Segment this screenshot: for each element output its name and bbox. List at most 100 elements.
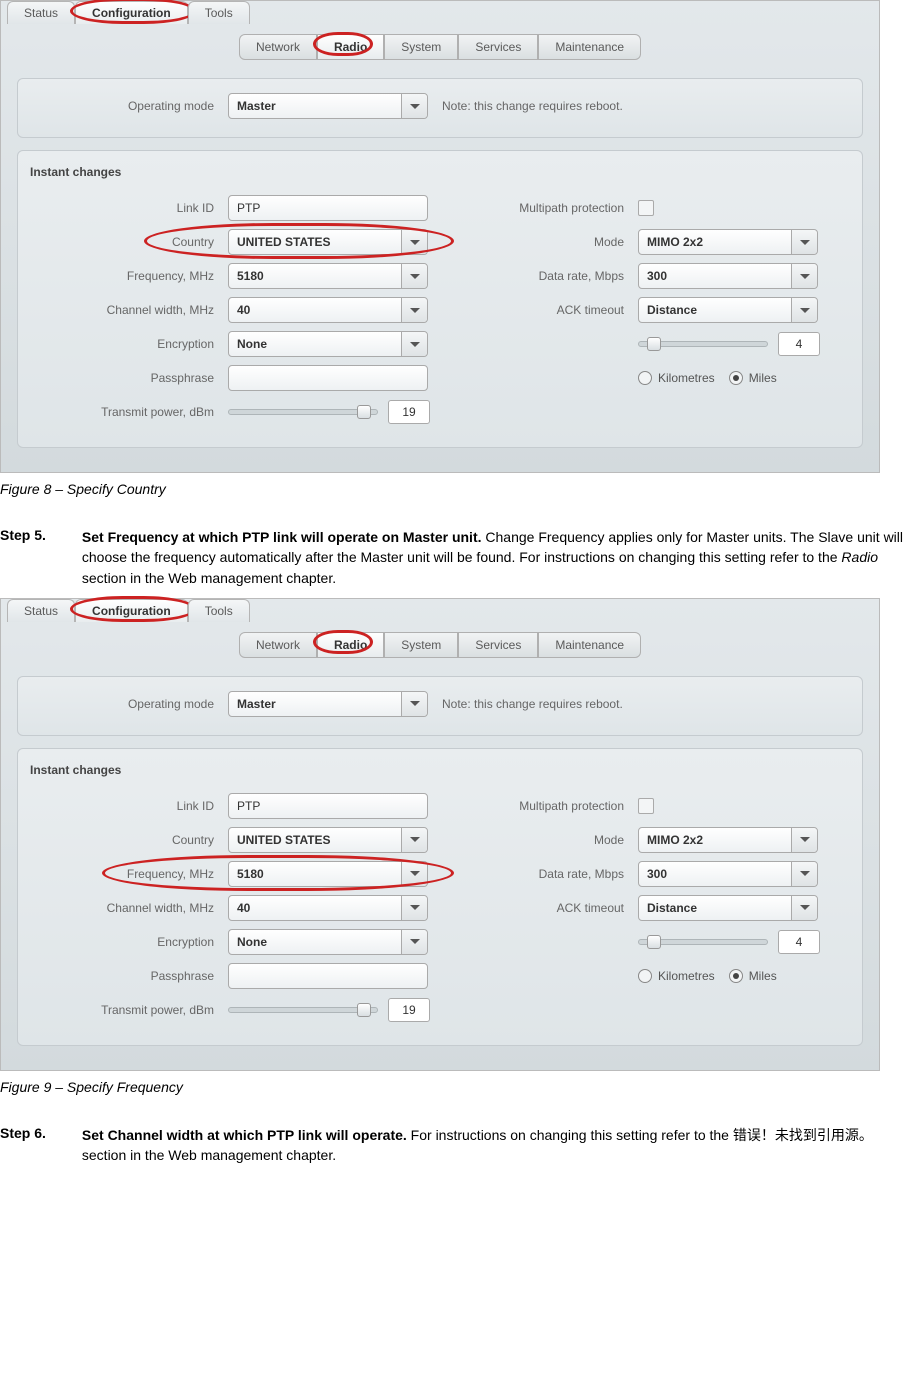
step-6-title: Set Channel width at which PTP link will…	[82, 1127, 407, 1143]
step-5-body: Set Frequency at which PTP link will ope…	[82, 527, 912, 588]
operating-mode-select[interactable]: Master	[228, 93, 428, 119]
transmit-power-value[interactable]: 19	[388, 998, 430, 1022]
chevron-down-icon	[401, 230, 427, 254]
tab-tools[interactable]: Tools	[188, 599, 250, 622]
link-id-label: Link ID	[28, 201, 228, 215]
encryption-select[interactable]: None	[228, 929, 428, 955]
multipath-label: Multipath protection	[458, 201, 638, 215]
subtab-network[interactable]: Network	[239, 632, 317, 658]
mode-select[interactable]: MIMO 2x2	[638, 827, 818, 853]
country-select[interactable]: UNITED STATES	[228, 229, 428, 255]
ack-timeout-value: Distance	[647, 303, 697, 317]
data-rate-select[interactable]: 300	[638, 861, 818, 887]
left-column: Link ID PTP Country UNITED STATES Freque…	[28, 191, 458, 429]
mode-label: Mode	[458, 833, 638, 847]
ack-timeout-label: ACK timeout	[458, 901, 638, 915]
step-5-title: Set Frequency at which PTP link will ope…	[82, 529, 482, 545]
operating-mode-label: Operating mode	[28, 697, 228, 711]
tab-status[interactable]: Status	[7, 599, 75, 622]
transmit-power-slider[interactable]	[228, 409, 378, 415]
transmit-power-value[interactable]: 19	[388, 400, 430, 424]
link-id-label: Link ID	[28, 799, 228, 813]
subtab-system[interactable]: System	[384, 632, 458, 658]
subtab-maintenance[interactable]: Maintenance	[538, 34, 641, 60]
step-5-text-b: section in the Web management chapter.	[82, 570, 336, 586]
distance-slider[interactable]	[638, 939, 768, 945]
step-5: Step 5. Set Frequency at which PTP link …	[0, 527, 922, 588]
tab-status[interactable]: Status	[7, 1, 75, 24]
right-column: Multipath protection Mode MIMO 2x2 Data …	[458, 789, 852, 1027]
chevron-down-icon	[401, 692, 427, 716]
frequency-select[interactable]: 5180	[228, 861, 428, 887]
distance-slider[interactable]	[638, 341, 768, 347]
left-column: Link ID PTP Country UNITED STATES Freque…	[28, 789, 458, 1027]
ack-timeout-label: ACK timeout	[458, 303, 638, 317]
subtab-services[interactable]: Services	[458, 34, 538, 60]
chevron-down-icon	[791, 264, 817, 288]
country-select[interactable]: UNITED STATES	[228, 827, 428, 853]
data-rate-value: 300	[647, 269, 667, 283]
link-id-input[interactable]: PTP	[228, 195, 428, 221]
instant-changes-panel: Instant changes Link ID PTP Country UNIT…	[17, 150, 863, 448]
subtab-radio[interactable]: Radio	[317, 34, 384, 60]
transmit-power-slider[interactable]	[228, 1007, 378, 1013]
tab-configuration-label: Configuration	[92, 6, 171, 20]
channel-width-select[interactable]: 40	[228, 297, 428, 323]
passphrase-input[interactable]	[228, 963, 428, 989]
transmit-power-label: Transmit power, dBm	[28, 405, 228, 419]
tab-configuration[interactable]: Configuration	[75, 599, 188, 622]
chevron-down-icon	[791, 230, 817, 254]
subtab-maintenance[interactable]: Maintenance	[538, 632, 641, 658]
passphrase-input[interactable]	[228, 365, 428, 391]
chevron-down-icon	[791, 862, 817, 886]
mode-label: Mode	[458, 235, 638, 249]
radio-miles-label: Miles	[749, 969, 777, 983]
ack-timeout-select[interactable]: Distance	[638, 895, 818, 921]
ack-timeout-select[interactable]: Distance	[638, 297, 818, 323]
channel-width-select[interactable]: 40	[228, 895, 428, 921]
subtab-network[interactable]: Network	[239, 34, 317, 60]
radio-kilometres[interactable]: Kilometres	[638, 969, 715, 983]
radio-kilometres[interactable]: Kilometres	[638, 371, 715, 385]
radio-miles[interactable]: Miles	[729, 371, 777, 385]
multipath-checkbox[interactable]	[638, 798, 654, 814]
distance-value[interactable]: 4	[778, 930, 820, 954]
step-6: Step 6. Set Channel width at which PTP l…	[0, 1125, 922, 1166]
subtab-radio[interactable]: Radio	[317, 632, 384, 658]
main-tabs: Status Configuration Tools	[1, 1, 879, 24]
country-value: UNITED STATES	[237, 833, 331, 847]
frequency-select[interactable]: 5180	[228, 263, 428, 289]
operating-mode-panel: Operating mode Master Note: this change …	[17, 78, 863, 138]
reboot-note: Note: this change requires reboot.	[442, 697, 623, 711]
main-tabs: Status Configuration Tools	[1, 599, 879, 622]
data-rate-select[interactable]: 300	[638, 263, 818, 289]
country-label: Country	[28, 235, 228, 249]
instant-changes-header: Instant changes	[30, 165, 852, 179]
subtab-services[interactable]: Services	[458, 632, 538, 658]
subtab-system[interactable]: System	[384, 34, 458, 60]
chevron-down-icon	[401, 332, 427, 356]
mode-value: MIMO 2x2	[647, 235, 703, 249]
operating-mode-select[interactable]: Master	[228, 691, 428, 717]
tab-configuration[interactable]: Configuration	[75, 1, 188, 24]
radio-miles[interactable]: Miles	[729, 969, 777, 983]
step-5-italic: Radio	[841, 549, 878, 565]
operating-mode-panel: Operating mode Master Note: this change …	[17, 676, 863, 736]
chevron-down-icon	[401, 828, 427, 852]
link-id-input[interactable]: PTP	[228, 793, 428, 819]
encryption-select[interactable]: None	[228, 331, 428, 357]
distance-value[interactable]: 4	[778, 332, 820, 356]
chevron-down-icon	[401, 896, 427, 920]
tab-tools[interactable]: Tools	[188, 1, 250, 24]
data-rate-label: Data rate, Mbps	[458, 867, 638, 881]
chevron-down-icon	[791, 896, 817, 920]
encryption-value: None	[237, 935, 267, 949]
chevron-down-icon	[401, 930, 427, 954]
country-label: Country	[28, 833, 228, 847]
right-column: Multipath protection Mode MIMO 2x2 Data …	[458, 191, 852, 429]
subtab-radio-label: Radio	[334, 40, 367, 54]
multipath-checkbox[interactable]	[638, 200, 654, 216]
passphrase-label: Passphrase	[28, 969, 228, 983]
mode-select[interactable]: MIMO 2x2	[638, 229, 818, 255]
operating-mode-label: Operating mode	[28, 99, 228, 113]
